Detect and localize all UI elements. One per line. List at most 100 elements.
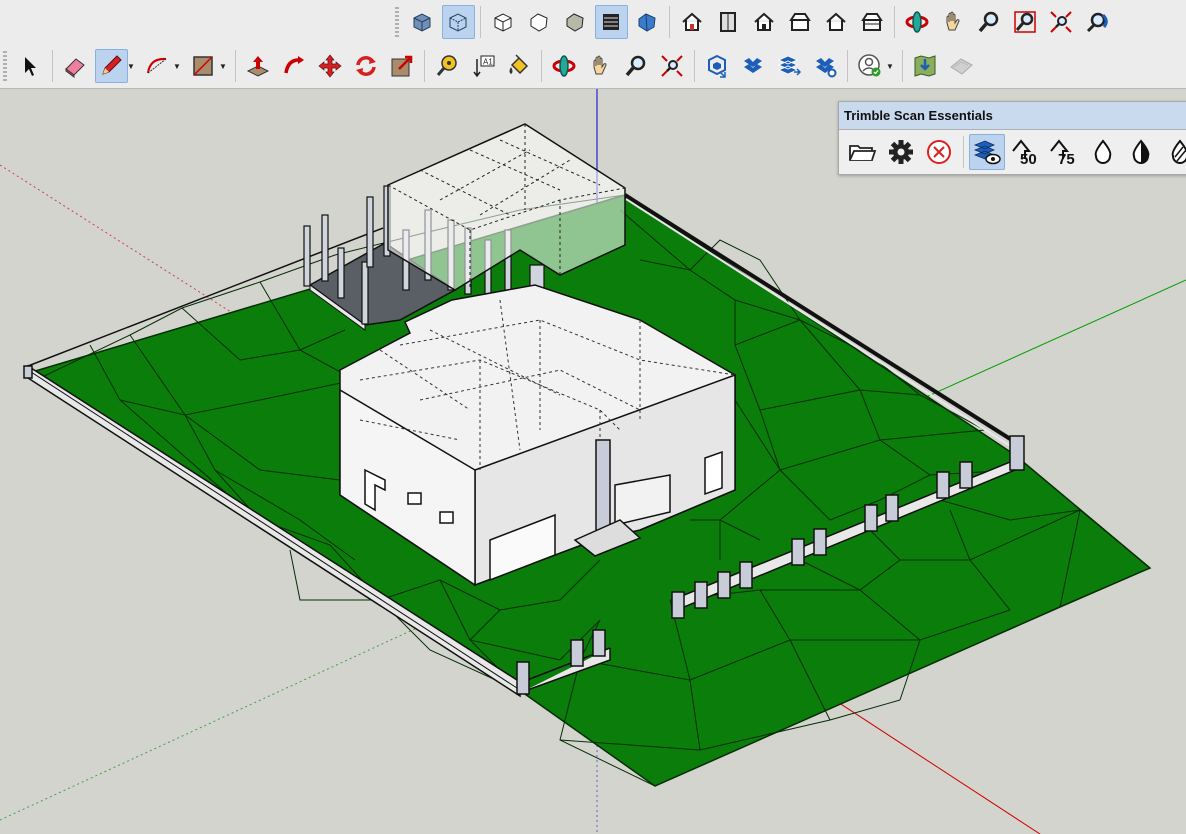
line-dropdown-arrow[interactable]: ▼	[127, 49, 135, 83]
move-icon	[318, 54, 342, 78]
toggle-terrain-button[interactable]	[945, 49, 978, 83]
zoom-extents-main-button[interactable]	[656, 49, 689, 83]
zoom-button[interactable]	[973, 5, 1006, 39]
zoom-window-button[interactable]	[1009, 5, 1042, 39]
density-75-label: 75	[1058, 151, 1075, 167]
pencil-icon	[102, 55, 122, 75]
warehouse-button[interactable]	[701, 49, 734, 83]
toolbar-separator	[235, 50, 236, 82]
top-view-button[interactable]	[712, 5, 745, 39]
zoom-icon	[978, 11, 999, 33]
add-location-button[interactable]	[909, 49, 942, 83]
arc-dropdown-arrow[interactable]: ▼	[173, 49, 181, 83]
shaded-icon	[603, 14, 619, 30]
density-50-button[interactable]: 50	[1008, 134, 1044, 170]
iso-view-button[interactable]	[406, 5, 439, 39]
toolbar-separator	[541, 50, 542, 82]
hidden-line-button[interactable]	[559, 5, 592, 39]
point-style-button[interactable]	[1085, 134, 1121, 170]
scan-panel-title[interactable]: Trimble Scan Essentials	[839, 102, 1186, 130]
scan-eye-icon	[973, 140, 1001, 165]
eraser-button[interactable]	[59, 49, 92, 83]
tape-measure-button[interactable]	[431, 49, 464, 83]
density-50-label: 50	[1020, 151, 1037, 167]
shaded-button[interactable]	[594, 5, 628, 39]
rectangle-dropdown-arrow[interactable]: ▼	[219, 49, 227, 83]
xray-button[interactable]	[441, 5, 475, 39]
model-scene[interactable]	[0, 89, 1186, 834]
left-view-button[interactable]	[856, 5, 889, 39]
select-button[interactable]	[14, 49, 47, 83]
back-edges-button[interactable]	[487, 5, 520, 39]
xray-icon	[449, 13, 467, 32]
account-button[interactable]	[854, 49, 887, 83]
extension-warehouse-icon	[744, 58, 762, 73]
half-drop-icon	[1132, 139, 1150, 164]
density-50-icon: 50	[1011, 139, 1037, 167]
toolbar-grip[interactable]	[3, 51, 7, 81]
rectangle-icon	[193, 56, 213, 76]
close-scan-button[interactable]	[922, 134, 958, 170]
right-view-icon	[789, 13, 811, 31]
line-button[interactable]	[94, 49, 128, 83]
arrow-cursor-icon	[25, 57, 36, 76]
point-color-button[interactable]	[1123, 134, 1159, 170]
toolbar-separator	[669, 6, 670, 38]
pan-button[interactable]	[937, 5, 970, 39]
pan-main-button[interactable]	[584, 49, 617, 83]
top-view-icon	[720, 12, 736, 32]
drop-icon	[1094, 139, 1111, 164]
rotate-button[interactable]	[350, 49, 383, 83]
iso-house-button[interactable]	[676, 5, 709, 39]
point-mode-button[interactable]	[1162, 134, 1186, 170]
toolbar-separator	[424, 50, 425, 82]
toolbar-grip[interactable]	[395, 7, 399, 37]
follow-me-button[interactable]	[278, 49, 311, 83]
back-view-button[interactable]	[820, 5, 853, 39]
toolbar-separator	[962, 136, 964, 168]
tape-measure-icon	[436, 55, 457, 76]
iso-view-icon	[413, 13, 431, 32]
zoom-extents-icon	[1050, 11, 1072, 33]
model-viewport[interactable]	[0, 89, 1186, 834]
right-view-button[interactable]	[784, 5, 817, 39]
zoom-extents-button[interactable]	[1045, 5, 1078, 39]
warehouse-icon	[708, 54, 726, 78]
toolbar-separator	[694, 50, 695, 82]
extension-manager-button[interactable]	[809, 49, 842, 83]
open-scan-button[interactable]	[845, 134, 881, 170]
toolbar-separator	[902, 50, 903, 82]
scale-button[interactable]	[386, 49, 419, 83]
wireframe-button[interactable]	[523, 5, 556, 39]
arc-button[interactable]	[141, 49, 174, 83]
layout-send-button[interactable]	[773, 49, 806, 83]
paint-bucket-icon	[509, 54, 529, 75]
paint-bucket-button[interactable]	[503, 49, 536, 83]
account-dropdown-arrow[interactable]: ▼	[886, 49, 894, 83]
gear-icon	[888, 140, 913, 164]
orbit-icon	[552, 55, 576, 77]
push-pull-button[interactable]	[242, 49, 275, 83]
toolbar-separator	[894, 6, 895, 38]
text-button[interactable]: A1	[467, 49, 500, 83]
zoom-window-icon	[1014, 11, 1036, 33]
back-view-icon	[826, 12, 846, 31]
toggle-terrain-icon	[950, 58, 973, 75]
toolbar-separator	[847, 50, 848, 82]
move-button[interactable]	[314, 49, 347, 83]
previous-view-button[interactable]	[1081, 5, 1114, 39]
shaded-textures-button[interactable]	[631, 5, 664, 39]
density-75-button[interactable]: 75	[1046, 134, 1082, 170]
wireframe-icon	[530, 13, 548, 32]
extension-manager-icon	[816, 58, 837, 78]
scan-visibility-button[interactable]	[969, 134, 1005, 170]
orbit-main-button[interactable]	[548, 49, 581, 83]
zoom-main-button[interactable]	[620, 49, 653, 83]
density-75-icon: 75	[1050, 139, 1075, 167]
front-view-button[interactable]	[748, 5, 781, 39]
scan-settings-button[interactable]	[883, 134, 919, 170]
house-icon	[682, 12, 702, 31]
extension-warehouse-button[interactable]	[737, 49, 770, 83]
orbit-button[interactable]	[901, 5, 934, 39]
rectangle-button[interactable]	[187, 49, 220, 83]
